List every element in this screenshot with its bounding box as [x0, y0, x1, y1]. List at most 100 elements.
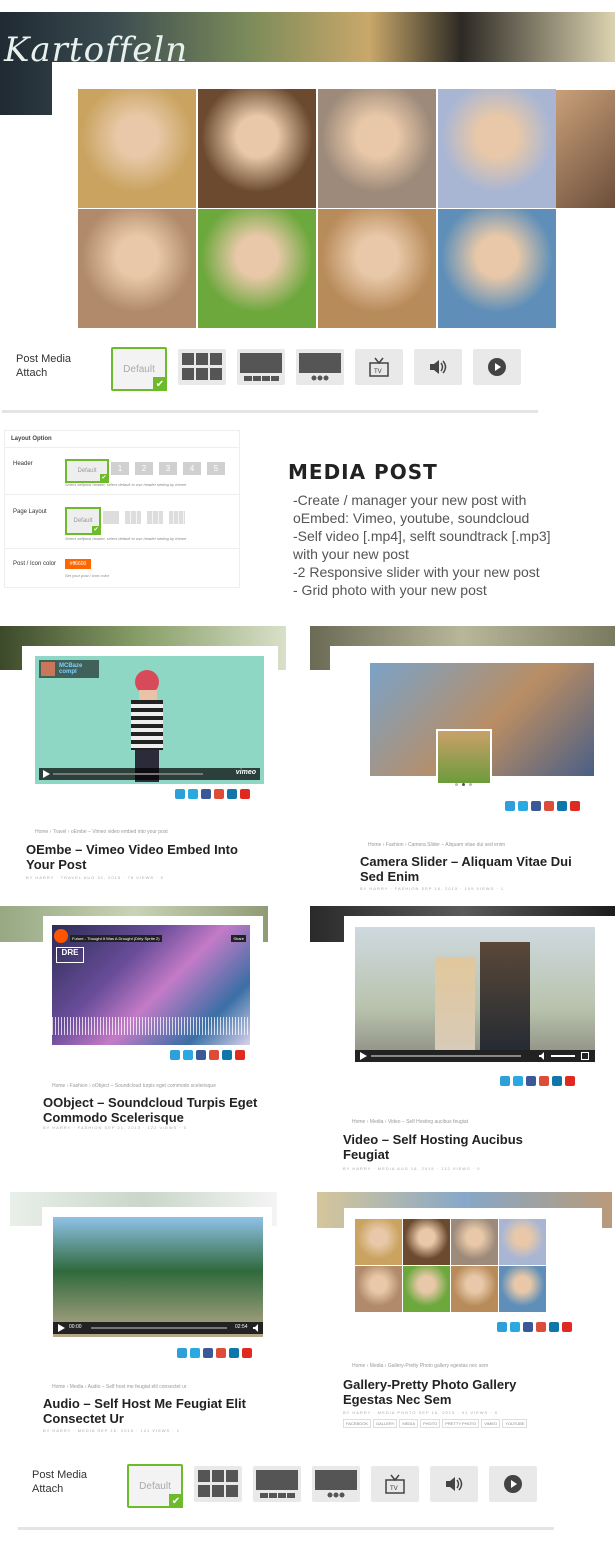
facebook-icon[interactable]	[523, 1322, 533, 1332]
linkedin-icon[interactable]	[229, 1348, 239, 1358]
googleplus-icon[interactable]	[536, 1322, 546, 1332]
googleplus-icon[interactable]	[539, 1076, 549, 1086]
color-picker[interactable]: #ff6600	[65, 559, 91, 569]
format-audio-button[interactable]	[414, 349, 462, 385]
tag[interactable]: YOUTUBE	[502, 1419, 528, 1428]
twitter-icon[interactable]	[190, 1348, 200, 1358]
share-icon[interactable]	[177, 1348, 187, 1358]
format-default-button[interactable]: Default ✔	[127, 1464, 183, 1508]
vimeo-player[interactable]: MCBaze compl vimeo	[35, 656, 264, 784]
pinterest-icon[interactable]	[565, 1076, 575, 1086]
format-gallery-button[interactable]	[194, 1466, 242, 1502]
pinterest-icon[interactable]	[242, 1348, 252, 1358]
post-title[interactable]: Video – Self Hosting Aucibus Feugiat	[343, 1132, 523, 1162]
gallery-photo-couple-hug[interactable]	[451, 1219, 498, 1265]
tag[interactable]: VIMEO	[481, 1419, 501, 1428]
volume-slider[interactable]	[551, 1055, 575, 1057]
format-carousel-button[interactable]	[312, 1466, 360, 1502]
linkedin-icon[interactable]	[222, 1050, 232, 1060]
post-title[interactable]: OEmbe – Vimeo Video Embed Into Your Post	[26, 842, 238, 872]
share-icon[interactable]	[500, 1076, 510, 1086]
tag[interactable]: PRETTY PHOTO	[442, 1419, 480, 1428]
post-title[interactable]: OObject – Soundcloud Turpis Eget Commodo …	[43, 1095, 257, 1125]
gallery-photo-woman-purple-flowers[interactable]	[499, 1219, 546, 1265]
pinterest-icon[interactable]	[235, 1050, 245, 1060]
format-slider-button[interactable]	[253, 1466, 301, 1502]
linkedin-icon[interactable]	[557, 801, 567, 811]
format-slider-button[interactable]	[237, 349, 285, 385]
gallery-photo-palm-street[interactable]	[499, 1266, 546, 1312]
player-controls[interactable]: vimeo	[39, 768, 260, 780]
share-icon[interactable]	[505, 801, 515, 811]
post-title[interactable]: Gallery-Pretty Photo Gallery Egestas Nec …	[343, 1377, 516, 1407]
fullscreen-icon[interactable]	[581, 1052, 589, 1060]
googleplus-icon[interactable]	[209, 1050, 219, 1060]
facebook-icon[interactable]	[201, 789, 211, 799]
format-video-button[interactable]: TV	[371, 1466, 419, 1502]
gallery-photo-woman-flower-crown[interactable]	[355, 1219, 402, 1265]
format-embed-button[interactable]	[473, 349, 521, 385]
progress-bar[interactable]	[91, 1327, 227, 1329]
volume-icon[interactable]	[253, 1324, 261, 1332]
tag[interactable]: MEDIA	[399, 1419, 419, 1428]
header-default-option[interactable]: Default ✔	[65, 459, 109, 483]
format-embed-button[interactable]	[489, 1466, 537, 1502]
layout-option-left[interactable]	[125, 511, 141, 524]
googleplus-icon[interactable]	[216, 1348, 226, 1358]
pinterest-icon[interactable]	[562, 1322, 572, 1332]
layout-default-option[interactable]: Default ✔	[65, 507, 101, 535]
waveform[interactable]	[52, 1017, 250, 1035]
header-option-4[interactable]: 4	[183, 462, 201, 475]
tag[interactable]: PHOTO	[420, 1419, 441, 1428]
soundcloud-play-icon[interactable]	[54, 929, 68, 943]
play-icon[interactable]	[57, 1324, 65, 1332]
header-option-1[interactable]: 1	[111, 462, 129, 475]
layout-option-both[interactable]	[169, 511, 185, 524]
audio-controls[interactable]: 00:00 02:54	[53, 1322, 263, 1334]
gallery-photo-hair-flowers[interactable]	[403, 1219, 450, 1265]
twitter-icon[interactable]	[188, 789, 198, 799]
video-controls[interactable]	[355, 1050, 595, 1062]
twitter-icon[interactable]	[183, 1050, 193, 1060]
format-carousel-button[interactable]	[296, 349, 344, 385]
pinterest-icon[interactable]	[240, 789, 250, 799]
soundcloud-player[interactable]: Future - Thought It Was A Drought (Dirty…	[52, 925, 250, 1045]
twitter-icon[interactable]	[518, 801, 528, 811]
post-title[interactable]: Camera Slider – Aliquam Vitae Dui Sed Eni…	[360, 854, 572, 884]
linkedin-icon[interactable]	[552, 1076, 562, 1086]
linkedin-icon[interactable]	[227, 789, 237, 799]
format-default-button[interactable]: Default ✔	[111, 347, 167, 391]
format-gallery-button[interactable]	[178, 349, 226, 385]
play-icon[interactable]	[359, 1052, 367, 1060]
googleplus-icon[interactable]	[214, 789, 224, 799]
share-icon[interactable]	[175, 789, 185, 799]
post-title[interactable]: Audio – Self Host Me Feugiat Elit Consect…	[43, 1396, 246, 1426]
play-icon[interactable]	[42, 770, 50, 778]
facebook-icon[interactable]	[203, 1348, 213, 1358]
facebook-icon[interactable]	[196, 1050, 206, 1060]
header-option-2[interactable]: 2	[135, 462, 153, 475]
header-option-3[interactable]: 3	[159, 462, 177, 475]
self-video-player[interactable]	[355, 927, 595, 1062]
gallery-photo-friends-selfie[interactable]	[451, 1266, 498, 1312]
tag[interactable]: FACEBOOK	[343, 1419, 372, 1428]
share-icon[interactable]	[170, 1050, 180, 1060]
googleplus-icon[interactable]	[544, 801, 554, 811]
tag[interactable]: GALLERY	[373, 1419, 398, 1428]
layout-option-full[interactable]	[103, 511, 119, 524]
camera-slider[interactable]	[370, 663, 594, 785]
header-option-5[interactable]: 5	[207, 462, 225, 475]
layout-option-right[interactable]	[147, 511, 163, 524]
linkedin-icon[interactable]	[549, 1322, 559, 1332]
progress-bar[interactable]	[371, 1055, 521, 1057]
share-icon[interactable]	[497, 1322, 507, 1332]
format-audio-button[interactable]	[430, 1466, 478, 1502]
facebook-icon[interactable]	[531, 801, 541, 811]
share-link[interactable]: Share	[231, 935, 246, 942]
twitter-icon[interactable]	[513, 1076, 523, 1086]
gallery-photo-woman-grass[interactable]	[403, 1266, 450, 1312]
gallery-photo-man-portrait[interactable]	[355, 1266, 402, 1312]
volume-icon[interactable]	[539, 1052, 547, 1060]
progress-bar[interactable]	[53, 773, 203, 775]
format-video-button[interactable]: TV	[355, 349, 403, 385]
